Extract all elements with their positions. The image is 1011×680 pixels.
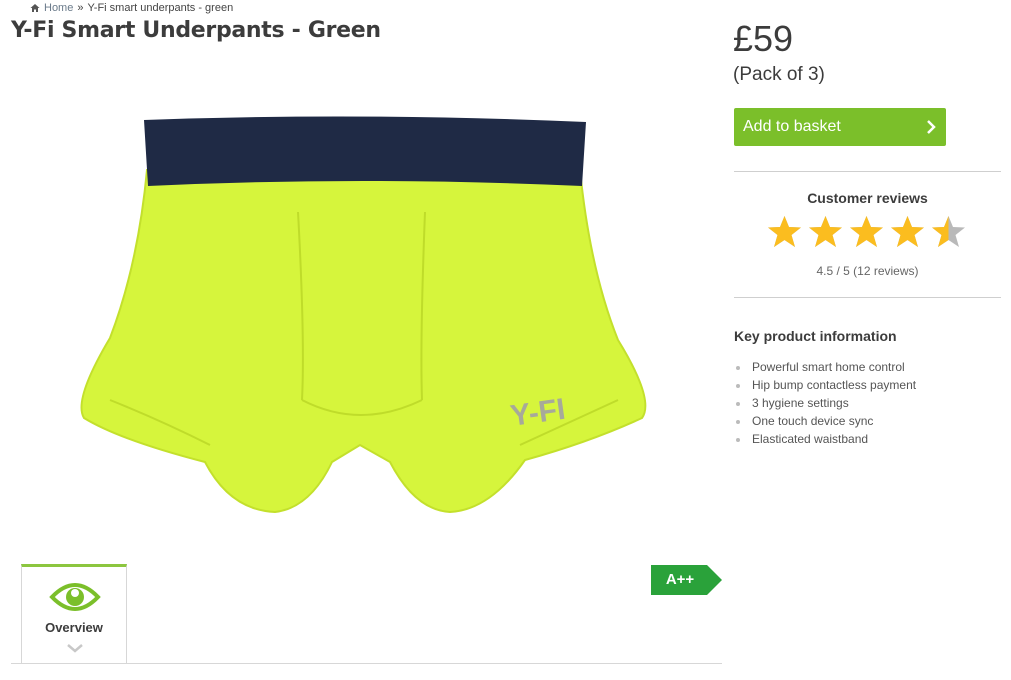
energy-rating-label: A++ <box>665 571 695 588</box>
divider <box>734 297 1001 298</box>
add-to-basket-button[interactable]: Add to basket <box>734 108 946 146</box>
divider <box>734 171 1001 172</box>
reviews-title: Customer reviews <box>807 190 928 206</box>
eye-icon <box>49 583 101 611</box>
star-icon <box>809 216 842 247</box>
tab-bar-divider <box>11 663 722 664</box>
add-to-basket-label: Add to basket <box>743 118 841 135</box>
price: £59 <box>733 18 794 59</box>
feature-item: Hip bump contactless payment <box>734 376 916 394</box>
star-icon <box>932 216 965 247</box>
home-icon <box>30 4 40 12</box>
chevron-down-icon <box>67 644 83 653</box>
key-info-title: Key product information <box>734 328 897 344</box>
star-icon <box>891 216 924 247</box>
tab-overview-label: Overview <box>45 620 103 635</box>
breadcrumb: Home » Y-Fi smart underpants - green <box>30 2 233 14</box>
star-rating[interactable] <box>766 214 967 251</box>
feature-item: Powerful smart home control <box>734 358 916 376</box>
chevron-right-icon <box>927 120 936 134</box>
breadcrumb-home-link[interactable]: Home <box>44 2 73 14</box>
feature-list: Powerful smart home control Hip bump con… <box>734 358 916 448</box>
feature-item: One touch device sync <box>734 412 916 430</box>
feature-item: Elasticated waistband <box>734 430 916 448</box>
rating-summary[interactable]: 4.5 / 5 (12 reviews) <box>734 264 1001 278</box>
pack-size: (Pack of 3) <box>733 64 825 85</box>
star-icon <box>768 216 801 247</box>
page-title: Y-Fi Smart Underpants - Green <box>11 18 381 43</box>
product-image[interactable]: Y-FI <box>70 100 660 530</box>
breadcrumb-separator: » <box>77 2 84 14</box>
feature-item: 3 hygiene settings <box>734 394 916 412</box>
star-icon <box>850 216 883 247</box>
breadcrumb-current: Y-Fi smart underpants - green <box>87 2 234 14</box>
tab-overview[interactable]: Overview <box>21 564 127 664</box>
